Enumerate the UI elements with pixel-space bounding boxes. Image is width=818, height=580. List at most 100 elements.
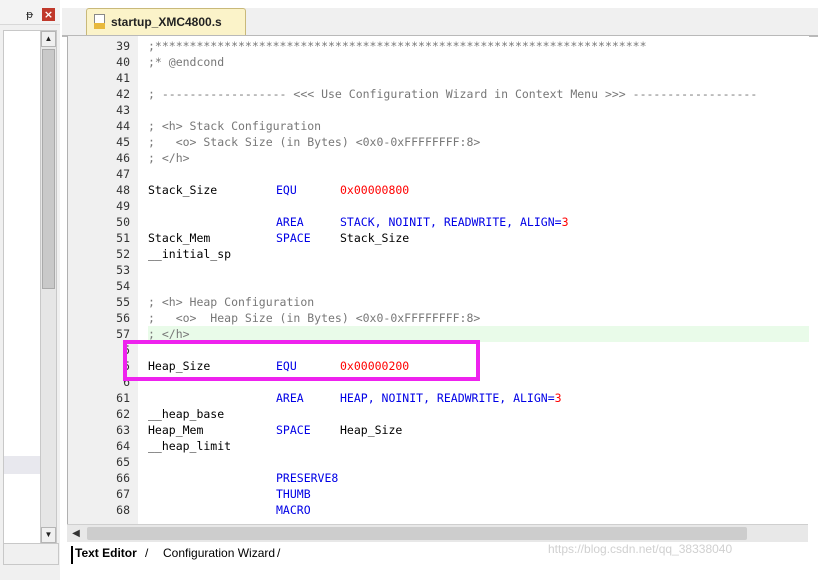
code-text: ; <h> Heap Configuration [148, 295, 315, 309]
code-text: ; <o> Stack Size (in Bytes) <0x0-0xFFFFF… [148, 135, 481, 149]
tab-slash: / [277, 546, 281, 560]
tab-configuration-wizard[interactable]: Configuration Wizard [163, 544, 275, 562]
line-number: 66 [116, 471, 130, 485]
code-text: ; <o> Heap Size (in Bytes) <0x0-0xFFFFFF… [148, 311, 481, 325]
line-number: 6 [123, 375, 130, 389]
project-vertical-scrollbar[interactable]: ▲ ▼ [40, 30, 57, 544]
close-icon[interactable]: × [42, 8, 55, 21]
line-number: 62 [116, 407, 130, 421]
code-text: ;***************************************… [148, 39, 647, 53]
line-number: 54 [116, 279, 130, 293]
code-line[interactable]: MACRO [148, 502, 798, 518]
line-number: 41 [116, 71, 130, 85]
line-number: 55 [116, 295, 130, 309]
line-number: 5 [123, 359, 130, 373]
tab-separator [67, 544, 73, 564]
code-text: ; </h> [148, 327, 190, 341]
line-number: 63 [116, 423, 130, 437]
code-line[interactable]: ;* @endcond [148, 54, 224, 70]
code-operand: STACK, NOINIT, READWRITE, ALIGN=3 [340, 215, 569, 229]
code-line[interactable]: THUMB [148, 486, 798, 502]
code-line[interactable]: ; <h> Heap Configuration [148, 294, 314, 310]
code-line[interactable]: Stack_Size EQU 0x00000800 [148, 182, 798, 198]
line-number: 5 [123, 343, 130, 357]
line-number: 48 [116, 183, 130, 197]
line-number: 42 [116, 87, 130, 101]
line-number: 39 [116, 39, 130, 53]
code-directive: AREA [276, 215, 304, 229]
code-line[interactable]: __heap_base [148, 406, 798, 422]
code-directive: PRESERVE8 [276, 471, 339, 485]
line-number: 65 [116, 455, 130, 469]
code-text: ;* @endcond [148, 55, 225, 69]
line-number: 49 [116, 199, 130, 213]
line-number: 46 [116, 151, 130, 165]
code-directive: THUMB [276, 487, 311, 501]
code-text: ; ------------------ <<< Use Configurati… [148, 87, 758, 101]
code-editor[interactable]: 39 ;*************************************… [67, 36, 809, 528]
code-text: ; </h> [148, 151, 190, 165]
scrollbar-thumb[interactable] [42, 49, 55, 289]
tab-text-editor[interactable]: Text Editor [75, 544, 137, 562]
code-line[interactable]: ; </h> [148, 150, 190, 166]
line-number: 67 [116, 487, 130, 501]
code-label: Stack_Mem [148, 231, 211, 245]
code-directive: AREA [276, 391, 304, 405]
code-line[interactable]: PRESERVE8 [148, 470, 798, 486]
code-line[interactable]: Stack_Mem SPACE Stack_Size [148, 230, 798, 246]
scroll-down-icon[interactable]: ▼ [41, 527, 56, 543]
scrollbar-thumb[interactable] [87, 527, 747, 540]
project-horizontal-scrollbar[interactable] [3, 543, 59, 565]
code-directive: SPACE [276, 423, 311, 437]
code-label: __initial_sp [148, 247, 232, 261]
line-number: 57 [116, 327, 130, 341]
code-directive: SPACE [276, 231, 311, 245]
editor-horizontal-scrollbar[interactable]: ◀ [67, 524, 808, 543]
code-label: __heap_base [148, 407, 225, 421]
project-tree[interactable] [3, 30, 41, 546]
asm-file-icon [94, 14, 105, 29]
line-number: 40 [116, 55, 130, 69]
code-operand: HEAP, NOINIT, READWRITE, ALIGN=3 [340, 391, 562, 405]
code-line[interactable]: AREA STACK, NOINIT, READWRITE, ALIGN=3 [148, 214, 798, 230]
tab-startup-file[interactable]: startup_XMC4800.s [86, 8, 246, 35]
project-panel: ᵽ × ▲ ▼ [0, 0, 60, 580]
annotation-highlight-box [123, 340, 480, 381]
scroll-left-icon[interactable]: ◀ [70, 527, 82, 541]
line-number: 51 [116, 231, 130, 245]
code-line[interactable]: AREA HEAP, NOINIT, READWRITE, ALIGN=3 [148, 390, 798, 406]
code-line[interactable]: ; <h> Stack Configuration [148, 118, 321, 134]
line-number: 43 [116, 103, 130, 117]
code-label: __heap_limit [148, 439, 232, 453]
tab-slash: / [145, 546, 149, 560]
tab-filename: startup_XMC4800.s [111, 15, 222, 29]
code-operand: 0x00000800 [340, 183, 410, 197]
code-label: Stack_Size [148, 183, 218, 197]
code-line[interactable]: __heap_limit [148, 438, 798, 454]
line-number: 61 [116, 391, 130, 405]
editor-tab-strip: startup_XMC4800.s [62, 8, 818, 37]
project-panel-header: ᵽ × [0, 0, 60, 25]
line-number: 50 [116, 215, 130, 229]
code-line[interactable]: Heap_Mem SPACE Heap_Size [148, 422, 798, 438]
code-label: Heap_Mem [148, 423, 204, 437]
code-line[interactable]: ; <o> Stack Size (in Bytes) <0x0-0xFFFFF… [148, 134, 480, 150]
code-line[interactable]: ; <o> Heap Size (in Bytes) <0x0-0xFFFFFF… [148, 310, 480, 326]
line-number: 45 [116, 135, 130, 149]
code-line[interactable]: ; ------------------ <<< Use Configurati… [148, 86, 757, 102]
code-operand: Heap_Size [340, 423, 403, 437]
code-operand: Stack_Size [340, 231, 410, 245]
tree-row-selected[interactable] [4, 456, 40, 474]
line-number: 44 [116, 119, 130, 133]
code-line[interactable]: __initial_sp [148, 246, 798, 262]
code-directive: MACRO [276, 503, 311, 517]
code-directive: EQU [276, 183, 297, 197]
line-number: 64 [116, 439, 130, 453]
code-line[interactable]: ;***************************************… [148, 38, 647, 54]
line-number: 53 [116, 263, 130, 277]
line-number: 52 [116, 247, 130, 261]
line-number: 56 [116, 311, 130, 325]
pin-icon[interactable]: ᵽ [26, 9, 33, 20]
scroll-up-icon[interactable]: ▲ [41, 31, 56, 47]
line-number: 68 [116, 503, 130, 517]
